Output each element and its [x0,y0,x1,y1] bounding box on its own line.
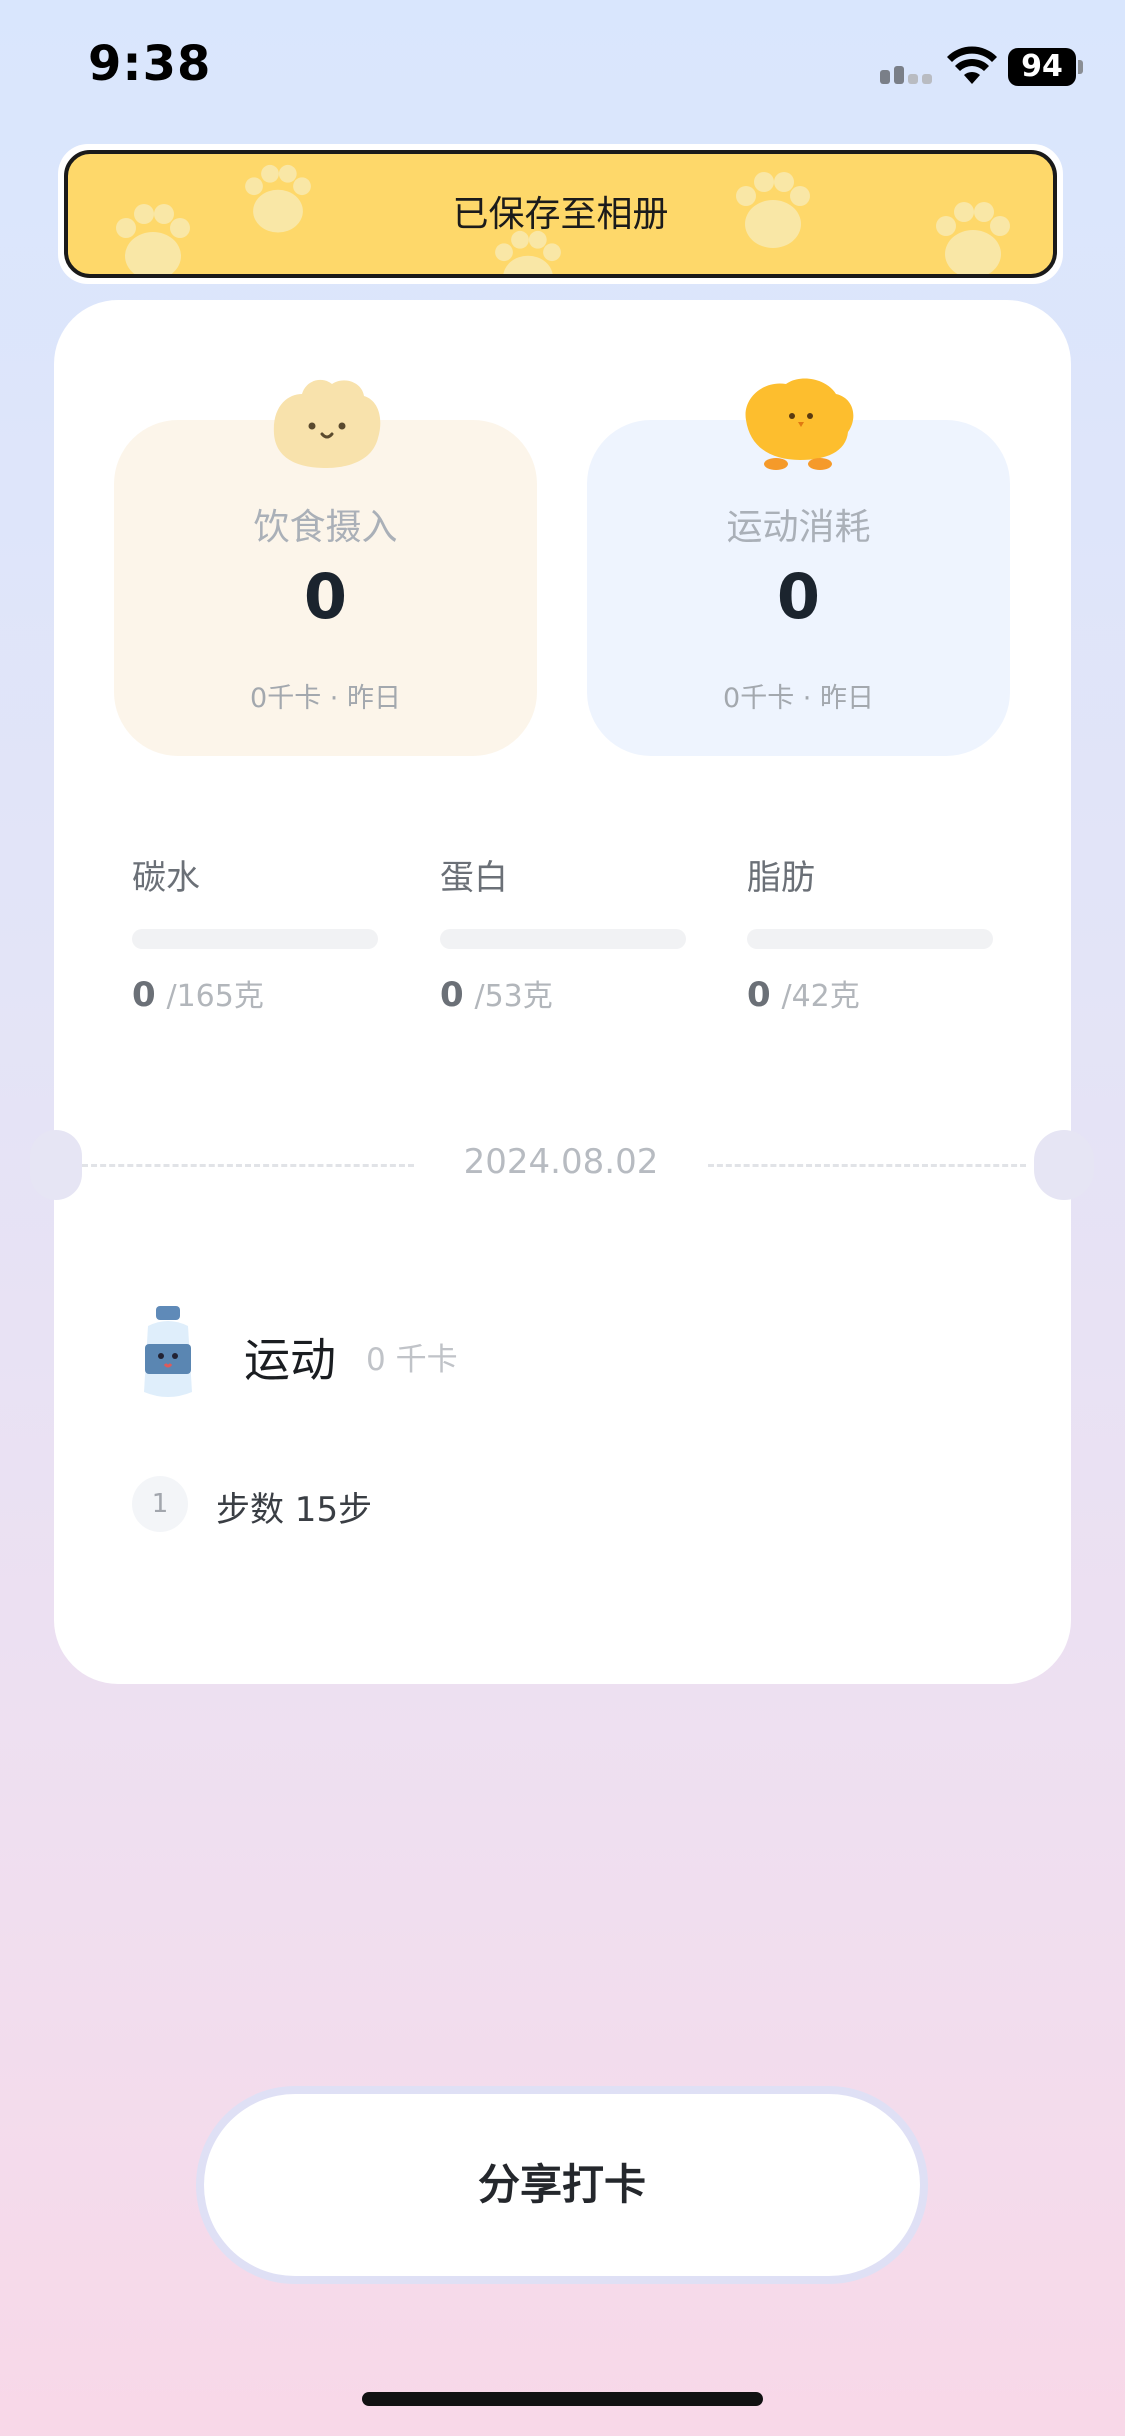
macro-current: 0 [747,975,771,1015]
macro-value: 0 /42克 [747,971,993,1015]
battery-cap [1078,60,1083,74]
macro-fat: 脂肪 0 /42克 [747,850,993,1015]
home-indicator [362,2392,763,2406]
macro-current: 0 [132,975,156,1015]
share-checkin-button[interactable]: 分享打卡 [204,2094,920,2276]
macro-carbs: 碳水 0 /165克 [132,850,378,1015]
cellular-signal-icon [880,62,936,84]
ticket-notch-right [1034,1130,1094,1200]
chick-mascot-icon [745,378,854,470]
exercise-burn-sub: 0千卡 · 昨日 [723,683,874,714]
bun-mascot-icon [273,379,381,468]
exercise-section-title: 运动 [244,1333,336,1387]
exercise-item-index: 1 [132,1476,188,1532]
macro-protein: 蛋白 0 /53克 [440,850,686,1015]
macro-progress-bar [440,929,686,949]
water-bottle-mascot-icon [144,1306,192,1397]
exercise-burn-label: 运动消耗 [726,507,871,548]
ticket-notch-left [30,1130,82,1200]
exercise-section-kcal: 0 千卡 [366,1342,458,1378]
dashed-divider-right [708,1164,1026,1167]
wifi-icon [947,46,997,84]
macro-label: 碳水 [132,858,200,898]
battery-icon: 94 [1008,48,1076,86]
macro-value: 0 /53克 [440,971,686,1015]
food-intake-sub: 0千卡 · 昨日 [250,683,401,714]
macro-total: /42克 [781,979,860,1014]
dashed-divider-left [82,1164,414,1167]
macro-progress-bar [747,929,993,949]
macro-label: 蛋白 [440,858,508,898]
macro-value: 0 /165克 [132,971,378,1015]
macro-label: 脂肪 [747,858,815,898]
exercise-item-text: 步数 15步 [216,1490,373,1530]
macro-progress-bar [132,929,378,949]
food-intake-label: 饮食摄入 [253,507,398,548]
exercise-burn-value: 0 [776,560,821,633]
toast-message: 已保存至相册 [452,194,669,235]
macro-current: 0 [440,975,464,1015]
saved-toast: 已保存至相册 [64,150,1057,278]
record-date: 2024.08.02 [463,1142,659,1182]
macro-total: /165克 [166,979,264,1014]
status-time: 9:38 [88,36,212,92]
macro-total: /53克 [474,979,553,1014]
food-intake-value: 0 [303,560,348,633]
